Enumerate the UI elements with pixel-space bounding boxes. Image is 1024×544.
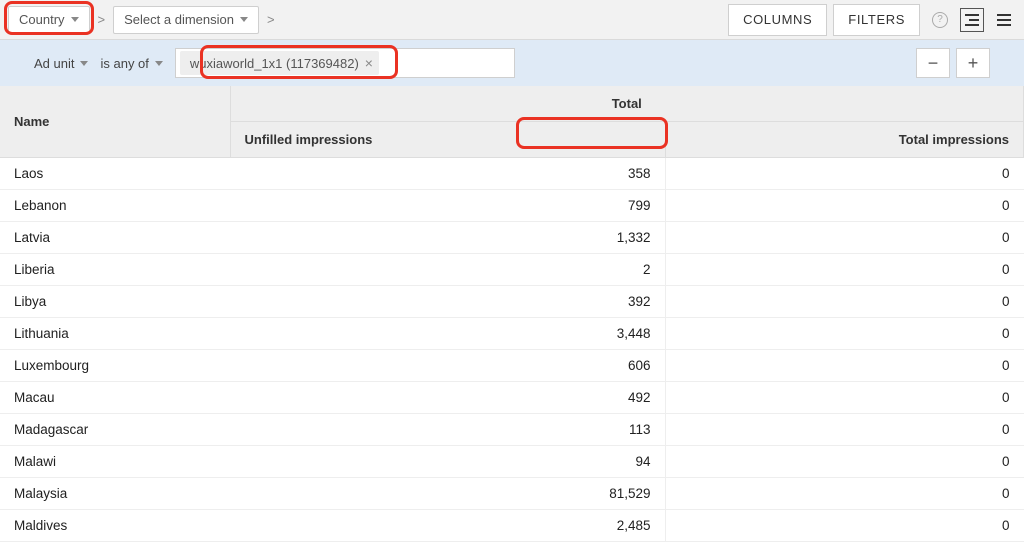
cell-name: Latvia xyxy=(0,222,230,254)
cell-total: 0 xyxy=(665,158,1024,190)
filter-field-label: Ad unit xyxy=(34,56,74,71)
cell-total: 0 xyxy=(665,350,1024,382)
cell-unfilled: 81,529 xyxy=(230,478,665,510)
dimension-secondary[interactable]: Select a dimension xyxy=(113,6,259,34)
toolbar: Country > Select a dimension > COLUMNS F… xyxy=(0,0,1024,40)
table-row: Lithuania3,4480 xyxy=(0,318,1024,350)
breadcrumb-sep: > xyxy=(267,12,275,27)
table-row: Malawi940 xyxy=(0,446,1024,478)
close-icon[interactable]: × xyxy=(365,55,373,71)
cell-unfilled: 392 xyxy=(230,286,665,318)
filters-button[interactable]: FILTERS xyxy=(833,4,920,36)
col-name[interactable]: Name xyxy=(0,86,230,158)
col-total[interactable]: Total impressions xyxy=(665,122,1024,158)
table-row: Malaysia81,5290 xyxy=(0,478,1024,510)
cell-name: Madagascar xyxy=(0,414,230,446)
dimension-primary[interactable]: Country xyxy=(8,6,90,34)
view-outline-icon[interactable] xyxy=(960,8,984,32)
cell-unfilled: 113 xyxy=(230,414,665,446)
filter-value-input[interactable]: wuxiaworld_1x1 (117369482) × xyxy=(175,48,515,78)
chevron-down-icon xyxy=(155,61,163,66)
cell-total: 0 xyxy=(665,446,1024,478)
cell-unfilled: 94 xyxy=(230,446,665,478)
dimension-secondary-label: Select a dimension xyxy=(124,12,234,27)
cell-unfilled: 492 xyxy=(230,382,665,414)
help-icon[interactable]: ? xyxy=(928,8,952,32)
cell-unfilled: 1,332 xyxy=(230,222,665,254)
table-row: Libya3920 xyxy=(0,286,1024,318)
cell-name: Macau xyxy=(0,382,230,414)
cell-unfilled: 2 xyxy=(230,254,665,286)
cell-total: 0 xyxy=(665,222,1024,254)
table-row: Liberia20 xyxy=(0,254,1024,286)
remove-filter-button[interactable]: − xyxy=(916,48,950,78)
table-row: Macau4920 xyxy=(0,382,1024,414)
filter-chip: wuxiaworld_1x1 (117369482) × xyxy=(180,51,379,75)
filter-bar: Ad unit is any of wuxiaworld_1x1 (117369… xyxy=(0,40,1024,86)
table-row: Maldives2,4850 xyxy=(0,510,1024,542)
report-table: Name Total Unfilled impressions Total im… xyxy=(0,86,1024,542)
view-list-icon[interactable] xyxy=(992,8,1016,32)
cell-name: Lithuania xyxy=(0,318,230,350)
filter-operator-label: is any of xyxy=(100,56,148,71)
add-filter-button[interactable]: + xyxy=(956,48,990,78)
cell-total: 0 xyxy=(665,382,1024,414)
cell-name: Malaysia xyxy=(0,478,230,510)
cell-total: 0 xyxy=(665,478,1024,510)
filter-operator[interactable]: is any of xyxy=(100,56,162,71)
cell-name: Luxembourg xyxy=(0,350,230,382)
cell-total: 0 xyxy=(665,286,1024,318)
cell-total: 0 xyxy=(665,414,1024,446)
cell-name: Libya xyxy=(0,286,230,318)
filter-chip-label: wuxiaworld_1x1 (117369482) xyxy=(190,56,359,71)
chevron-down-icon xyxy=(71,17,79,22)
dimension-primary-label: Country xyxy=(19,12,65,27)
col-group-total: Total xyxy=(230,86,1024,122)
table-row: Madagascar1130 xyxy=(0,414,1024,446)
cell-name: Lebanon xyxy=(0,190,230,222)
cell-unfilled: 2,485 xyxy=(230,510,665,542)
cell-name: Laos xyxy=(0,158,230,190)
chevron-down-icon xyxy=(240,17,248,22)
cell-name: Maldives xyxy=(0,510,230,542)
chevron-down-icon xyxy=(80,61,88,66)
breadcrumb-sep: > xyxy=(98,12,106,27)
cell-unfilled: 3,448 xyxy=(230,318,665,350)
cell-total: 0 xyxy=(665,510,1024,542)
cell-unfilled: 358 xyxy=(230,158,665,190)
cell-name: Liberia xyxy=(0,254,230,286)
cell-total: 0 xyxy=(665,254,1024,286)
cell-total: 0 xyxy=(665,318,1024,350)
columns-button[interactable]: COLUMNS xyxy=(728,4,827,36)
filter-field[interactable]: Ad unit xyxy=(34,56,88,71)
table-row: Luxembourg6060 xyxy=(0,350,1024,382)
table-row: Latvia1,3320 xyxy=(0,222,1024,254)
col-unfilled[interactable]: Unfilled impressions xyxy=(230,122,665,158)
cell-total: 0 xyxy=(665,190,1024,222)
cell-name: Malawi xyxy=(0,446,230,478)
table-row: Laos3580 xyxy=(0,158,1024,190)
cell-unfilled: 606 xyxy=(230,350,665,382)
cell-unfilled: 799 xyxy=(230,190,665,222)
table-row: Lebanon7990 xyxy=(0,190,1024,222)
